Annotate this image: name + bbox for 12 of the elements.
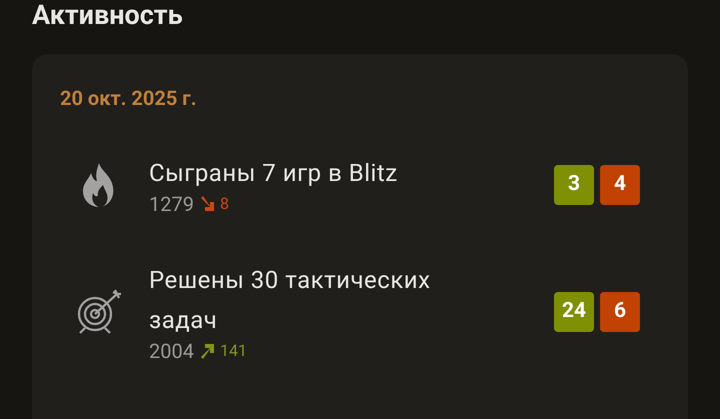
activity-title: Решены 30 тактических задач bbox=[149, 265, 432, 336]
activity-title: Сыграны 7 игр в Blitz bbox=[149, 158, 399, 189]
rating-change: 141 bbox=[220, 341, 247, 361]
section-title: Активность bbox=[32, 0, 184, 33]
wins-count: 3 bbox=[554, 164, 594, 204]
wins-count: 24 bbox=[554, 292, 594, 332]
losses-count: 6 bbox=[600, 292, 640, 332]
rating-value: 1279 bbox=[149, 192, 194, 216]
date-label: 20 окт. 2025 г. bbox=[60, 86, 198, 110]
rating-value: 2004 bbox=[149, 339, 194, 363]
rating-change: 8 bbox=[220, 194, 229, 214]
losses-count: 4 bbox=[600, 164, 640, 204]
